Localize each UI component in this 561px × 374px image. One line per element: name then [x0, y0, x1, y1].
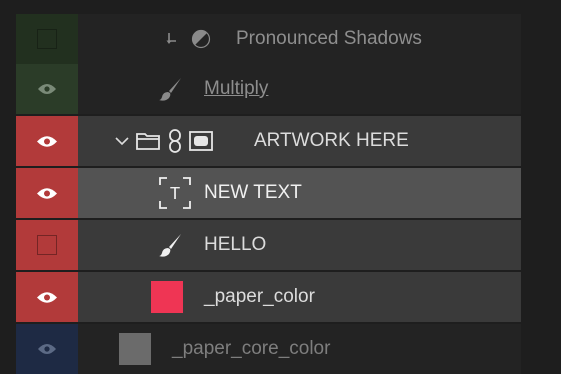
layer-mask-icon	[188, 116, 214, 166]
hidden-checkbox-icon	[37, 235, 57, 255]
visibility-toggle[interactable]	[16, 272, 78, 322]
brush-icon	[156, 64, 186, 114]
eye-icon	[37, 83, 57, 95]
hidden-checkbox-icon	[37, 29, 57, 49]
folder-icon	[134, 116, 162, 166]
adjustment-layer-icon	[188, 14, 214, 64]
visibility-toggle[interactable]	[16, 64, 78, 114]
eye-icon	[36, 135, 58, 148]
link-icon[interactable]	[166, 116, 184, 166]
layer-label: ARTWORK HERE	[254, 130, 409, 151]
layer-row-new-text[interactable]: T NEW TEXT	[16, 168, 521, 218]
layer-row-artwork-here[interactable]: ARTWORK HERE	[16, 116, 521, 166]
layer-label: Pronounced Shadows	[236, 28, 422, 49]
layer-label: _paper_color	[204, 286, 315, 307]
text-layer-icon: T	[158, 168, 192, 218]
eye-icon	[37, 343, 57, 355]
visibility-toggle[interactable]	[16, 220, 78, 270]
layer-row-pronounced-shadows[interactable]: Pronounced Shadows	[16, 14, 521, 64]
visibility-toggle[interactable]	[16, 14, 78, 64]
color-swatch-icon	[150, 272, 184, 322]
brush-icon	[156, 220, 186, 270]
layer-label: HELLO	[204, 234, 267, 255]
clipping-arrow-icon	[164, 14, 180, 64]
layer-row-paper-color[interactable]: _paper_color	[16, 272, 521, 322]
layer-row-multiply[interactable]: Multiply	[16, 64, 521, 114]
eye-icon	[36, 291, 58, 304]
chevron-down-icon[interactable]	[114, 116, 130, 166]
layer-label: Multiply	[204, 78, 269, 99]
visibility-toggle[interactable]	[16, 116, 78, 166]
visibility-toggle[interactable]	[16, 168, 78, 218]
layer-label: NEW TEXT	[204, 182, 302, 203]
layers-panel: Pronounced Shadows Multiply ARTWORK HERE…	[0, 0, 561, 374]
eye-icon	[36, 187, 58, 200]
layer-row-hello[interactable]: HELLO	[16, 220, 521, 270]
svg-text:T: T	[170, 185, 181, 205]
